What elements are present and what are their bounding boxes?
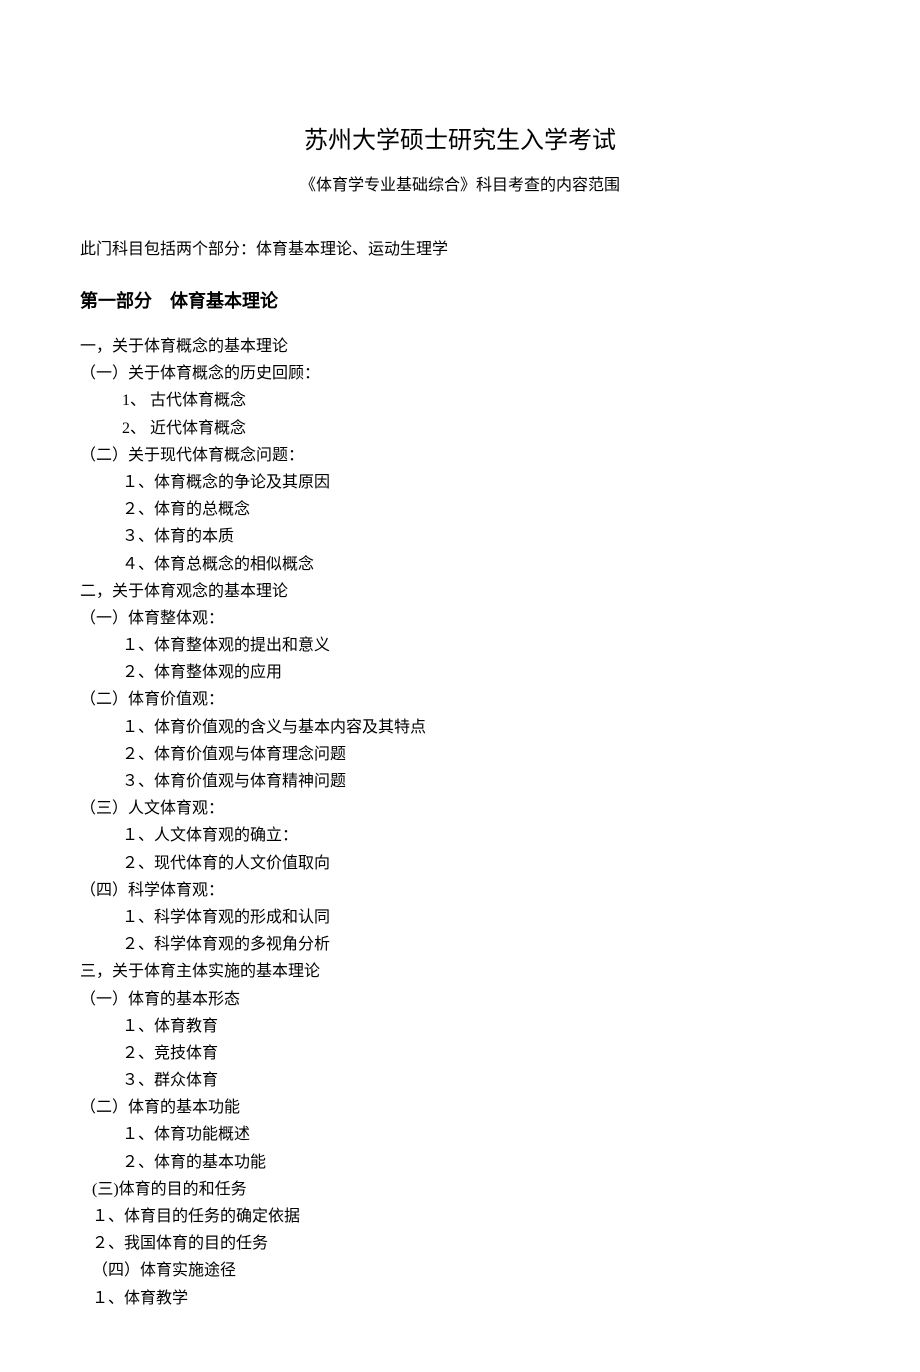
subsection-heading: （四）科学体育观：: [80, 877, 840, 904]
list-item: ２、体育的基本功能: [80, 1149, 840, 1176]
intro-paragraph: 此门科目包括两个部分：体育基本理论、运动生理学: [80, 235, 840, 259]
subsection-heading: （二）关于现代体育概念问题：: [80, 442, 840, 469]
part-one-heading: 第一部分 体育基本理论: [80, 287, 840, 313]
list-item: ２、体育整体观的应用: [80, 659, 840, 686]
list-item: 2、 近代体育概念: [80, 415, 840, 442]
list-item: １、人文体育观的确立：: [80, 822, 840, 849]
subsection-heading: （二）体育价值观：: [80, 686, 840, 713]
list-item: ２、体育价值观与体育理念问题: [80, 741, 840, 768]
list-item: ２、体育的总概念: [80, 496, 840, 523]
list-item: ２、现代体育的人文价值取向: [80, 850, 840, 877]
list-item: ３、体育价值观与体育精神问题: [80, 768, 840, 795]
subsection-heading: （二）体育的基本功能: [80, 1094, 840, 1121]
list-item: １、体育目的任务的确定依据: [80, 1203, 840, 1230]
section-heading: 一，关于体育概念的基本理论: [80, 333, 840, 360]
subsection-heading: （一）体育整体观：: [80, 605, 840, 632]
list-item: ２、科学体育观的多视角分析: [80, 931, 840, 958]
list-item: ２、我国体育的目的任务: [80, 1230, 840, 1257]
document-title: 苏州大学硕士研究生入学考试: [80, 120, 840, 155]
section-heading: 三，关于体育主体实施的基本理论: [80, 958, 840, 985]
list-item: ３、体育的本质: [80, 523, 840, 550]
list-item: ４、体育总概念的相似概念: [80, 551, 840, 578]
section-heading: 二，关于体育观念的基本理论: [80, 578, 840, 605]
document-subtitle: 《体育学专业基础综合》科目考查的内容范围: [80, 171, 840, 195]
subsection-heading: （一）体育的基本形态: [80, 986, 840, 1013]
list-item: １、体育价值观的含义与基本内容及其特点: [80, 714, 840, 741]
list-item: １、体育整体观的提出和意义: [80, 632, 840, 659]
list-item: １、体育功能概述: [80, 1121, 840, 1148]
list-item: １、体育教育: [80, 1013, 840, 1040]
list-item: １、体育概念的争论及其原因: [80, 469, 840, 496]
list-item: ２、竞技体育: [80, 1040, 840, 1067]
subsection-heading: （三）人文体育观：: [80, 795, 840, 822]
list-item: １、体育教学: [80, 1285, 840, 1312]
subsection-heading: （一）关于体育概念的历史回顾：: [80, 360, 840, 387]
subsection-heading: (三)体育的目的和任务: [80, 1176, 840, 1203]
list-item: １、科学体育观的形成和认同: [80, 904, 840, 931]
list-item: 1、 古代体育概念: [80, 387, 840, 414]
subsection-heading: （四）体育实施途径: [80, 1257, 840, 1284]
document-page: 苏州大学硕士研究生入学考试 《体育学专业基础综合》科目考查的内容范围 此门科目包…: [0, 0, 920, 1372]
list-item: ３、群众体育: [80, 1067, 840, 1094]
